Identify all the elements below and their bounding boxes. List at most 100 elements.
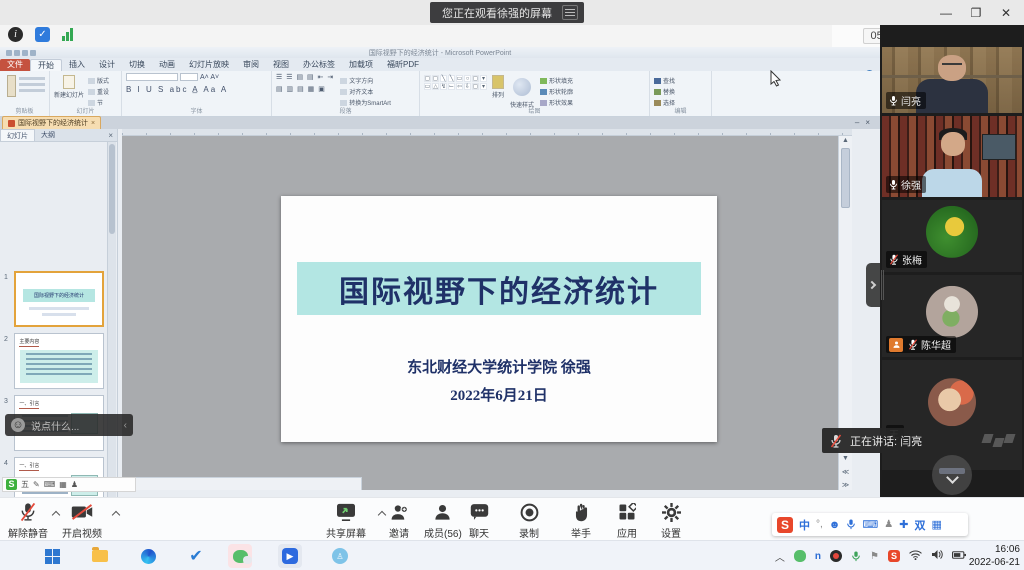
ribbon-tab-home[interactable]: 开始 [30, 59, 62, 71]
video-tile-zhangmei[interactable]: 张梅 [882, 200, 1022, 272]
slide-thumbnail-1[interactable]: 国际视野下的经济统计 [14, 271, 104, 327]
sogou-ime-bar[interactable]: S 中 °, ☻ ⌨ ♟ ✚ 双 ▦ [772, 513, 968, 536]
font-name-select[interactable] [126, 73, 178, 81]
settings-button[interactable]: 设置 [660, 501, 682, 540]
shapes-gallery[interactable]: ▢▢╲╲▭○▢▾ ▭△↯⌙⇦⇩▢▾ [424, 73, 487, 109]
ime-punct[interactable]: °, [816, 519, 823, 530]
find-button[interactable]: 查找 [654, 76, 707, 85]
paste-icon[interactable] [7, 75, 16, 97]
qq-tray-icon[interactable] [830, 550, 842, 562]
tray-expand-icon[interactable]: ︿ [775, 549, 785, 564]
list-indent-buttons[interactable]: ☰ ☰ ▤ ▤ ⇤ ⇥ [276, 73, 334, 81]
sogou-icon[interactable]: S [777, 517, 793, 533]
chat-input-pill[interactable]: ☺ 说点什么... ‹ [5, 414, 133, 436]
horizontal-scrollbar[interactable] [122, 477, 362, 490]
ribbon-tab-design[interactable]: 设计 [92, 59, 122, 71]
unmute-button[interactable]: 解除静音 [8, 501, 48, 540]
invite-button[interactable]: 邀请 [388, 501, 410, 540]
share-options-caret[interactable] [378, 510, 386, 518]
maximize-button[interactable]: ❐ [962, 2, 990, 24]
scrollbar-thumb[interactable] [841, 148, 850, 208]
grow-shrink-font[interactable]: A˄ A˅ [200, 74, 219, 81]
align-text-button[interactable]: 对齐文本 [340, 87, 391, 96]
ribbon-tab-file[interactable]: 文件 [0, 59, 30, 71]
apps-button[interactable]: 应用 [616, 501, 638, 540]
next-slide-icon[interactable]: ≫ [839, 481, 852, 489]
ribbon-tab-addins[interactable]: 加载项 [342, 59, 380, 71]
share-screen-button[interactable]: 共享屏幕 [326, 501, 366, 540]
replace-button[interactable]: 替换 [654, 87, 707, 96]
tray-n-icon[interactable]: n [815, 551, 821, 562]
tab-outline[interactable]: 大纲 [35, 129, 61, 141]
shape-outline-button[interactable]: 形状轮廓 [540, 87, 573, 96]
participant-list-icon[interactable] [562, 5, 578, 20]
video-tile-chenhuachao[interactable]: 陈华超 [882, 275, 1022, 357]
doc-minimize-icon[interactable]: – [855, 118, 859, 127]
ribbon-tab-insert[interactable]: 插入 [62, 59, 92, 71]
wechat-icon[interactable] [228, 544, 252, 568]
mic-options-caret[interactable] [52, 510, 60, 518]
taskbar-clock[interactable]: 16:06 2022-06-21 [969, 543, 1020, 569]
ribbon-tab-transitions[interactable]: 切换 [122, 59, 152, 71]
ime-person-icon[interactable]: ♟ [884, 519, 893, 530]
wifi-icon[interactable] [909, 550, 922, 563]
arrange-button[interactable]: 排列 [492, 73, 504, 109]
reset-button[interactable]: 重设 [88, 87, 109, 96]
panel-close-icon[interactable]: × [108, 131, 113, 140]
ribbon-tab-animations[interactable]: 动画 [152, 59, 182, 71]
ime-skin-icon[interactable]: ✚ [899, 518, 908, 531]
shape-fill-button[interactable]: 形状填充 [540, 76, 573, 85]
start-button[interactable] [40, 544, 64, 568]
edge-browser-icon[interactable] [136, 544, 160, 568]
slide-thumbnail-2[interactable]: 主要内容 [14, 333, 104, 389]
volume-icon[interactable] [931, 549, 943, 563]
sidebar-resize-grip[interactable] [881, 270, 884, 300]
new-slide-button[interactable]: 新建幻灯片 [54, 73, 84, 107]
doc-close-icon[interactable]: × [865, 118, 870, 127]
quick-styles-button[interactable]: 快速样式 [509, 73, 535, 109]
doc-tab-close-icon[interactable]: × [91, 120, 95, 127]
font-size-select[interactable] [180, 73, 198, 81]
ime-extra[interactable]: 双 [914, 517, 925, 533]
collapse-chat-icon[interactable]: ‹ [124, 420, 127, 431]
thumbnail-scrollbar[interactable] [107, 142, 116, 497]
tray-mic-icon[interactable] [851, 550, 861, 563]
ime-keyboard-icon[interactable]: ⌨ [862, 518, 878, 531]
slide-canvas[interactable]: 国际视野下的经济统计 东北财经大学统计学院 徐强 2022年6月21日 [281, 196, 717, 442]
ime-emoji-icon[interactable]: ☻ [829, 519, 841, 531]
tray-flag-icon[interactable]: ⚑ [870, 551, 879, 562]
document-tab[interactable]: 国际视野下的经济统计 × [2, 116, 101, 129]
wechat-tray-icon[interactable] [794, 550, 806, 562]
battery-icon[interactable] [952, 550, 966, 563]
minimize-button[interactable]: — [932, 2, 960, 24]
sogou-tray-icon[interactable]: S [888, 550, 900, 562]
ime-mode[interactable]: 中 [799, 517, 810, 533]
tab-slides[interactable]: 幻灯片 [0, 129, 35, 141]
sidebar-collapse-handle[interactable] [866, 263, 880, 307]
video-options-caret[interactable] [112, 510, 120, 518]
font-style-buttons[interactable]: B I U S abc A̲ Aa A [126, 85, 267, 94]
align-buttons[interactable]: ▤ ▥ ▤ ▦ ▣ [276, 85, 334, 93]
meeting-app-icon[interactable]: ▶ [278, 544, 302, 568]
emoji-icon[interactable]: ☺ [11, 418, 25, 432]
ribbon-tab-review[interactable]: 审阅 [236, 59, 266, 71]
layout-button[interactable]: 版式 [88, 76, 109, 85]
ime-mic-icon[interactable] [846, 518, 856, 531]
scroll-up-icon[interactable]: ▲ [839, 137, 852, 144]
text-direction-button[interactable]: 文字方向 [340, 76, 391, 85]
raise-hand-button[interactable]: 举手 [570, 501, 592, 540]
avatar-app-icon[interactable]: ♙ [328, 544, 352, 568]
ime-grid-icon[interactable]: ▦ [931, 518, 941, 531]
ribbon-tab-view[interactable]: 视图 [266, 59, 296, 71]
ribbon-tab-officetab[interactable]: 办公标签 [296, 59, 342, 71]
start-video-button[interactable]: 开启视频 [62, 501, 102, 540]
file-explorer-icon[interactable] [88, 544, 112, 568]
todo-app-icon[interactable]: ✔ [184, 544, 208, 568]
ribbon-tab-foxitpdf[interactable]: 福昕PDF [380, 59, 426, 71]
video-tile-yanliang[interactable]: 闫亮 [882, 47, 1022, 113]
video-tile-wang[interactable]: 王 [882, 360, 1022, 470]
close-button[interactable]: ✕ [992, 2, 1020, 24]
ribbon-tab-slideshow[interactable]: 幻灯片放映 [182, 59, 236, 71]
prev-slide-icon[interactable]: ≪ [839, 468, 852, 476]
collapse-videos-button[interactable] [932, 455, 972, 495]
